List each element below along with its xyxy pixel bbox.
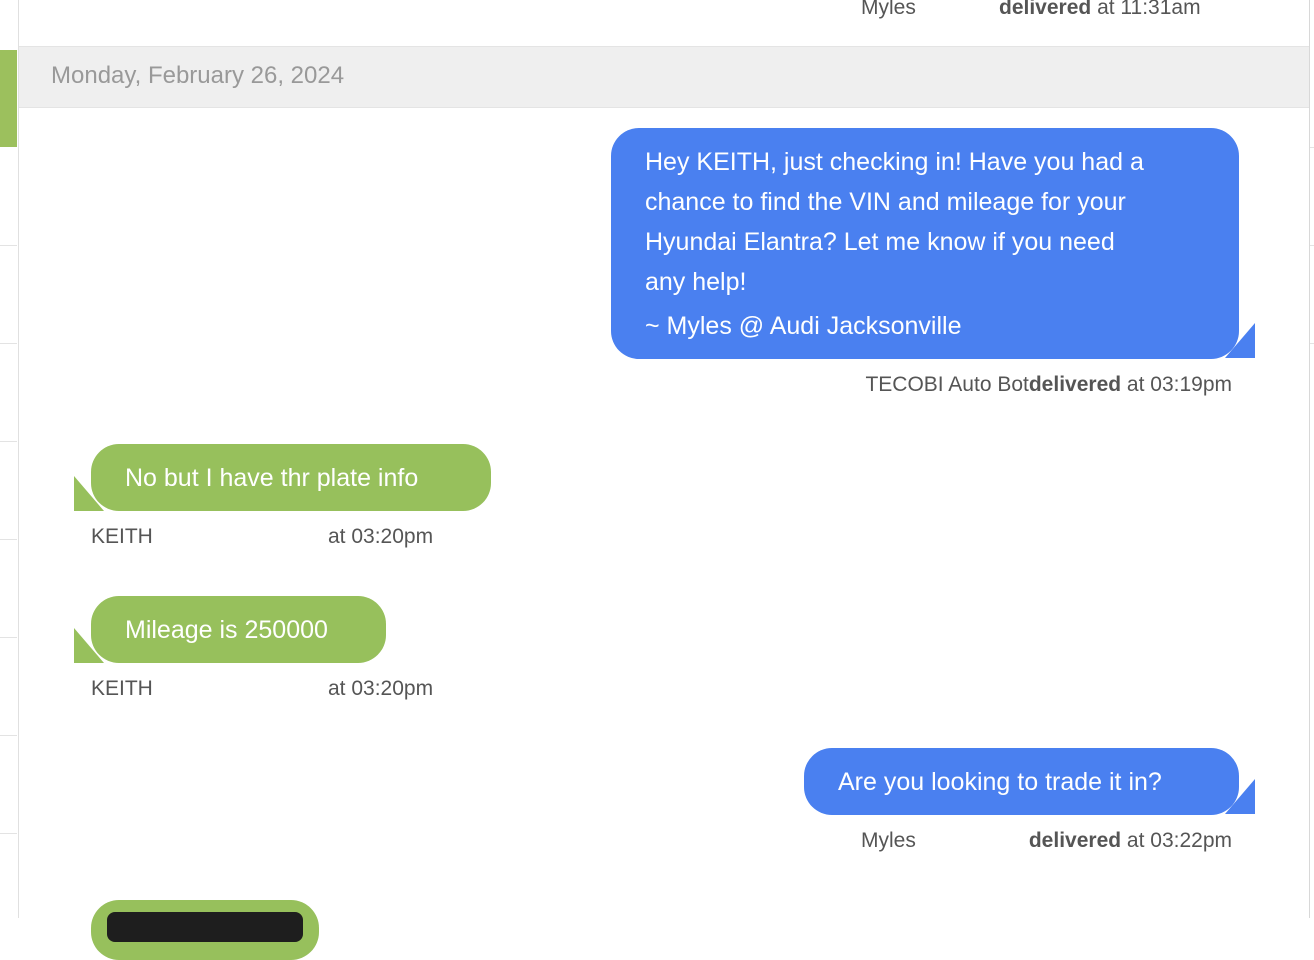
delivery-status: delivered [999,0,1092,19]
bubble-tail [1225,779,1255,814]
message-line: chance to find the VIN and mileage for y… [645,188,1126,216]
message-time: at 03:22pm [1126,829,1232,852]
divider [0,637,17,638]
date-label: Monday, February 26, 2024 [51,62,345,89]
left-sidebar-strip [0,0,19,918]
divider [0,343,17,344]
message-time: at 03:19pm [1126,373,1232,396]
bubble-tail [74,476,104,511]
delivery-status: delivered [1028,829,1122,852]
message-line: Hey KEITH, just checking in! Have you ha… [645,148,1144,176]
message-meta-previous-status: delivered at 11:31am [999,0,1201,20]
incoming-message-bubble[interactable]: Mileage is 250000 [91,596,386,663]
message-meta-previous: Myles [861,0,916,20]
outgoing-message-bubble[interactable]: Are you looking to trade it in? [804,748,1239,815]
message-meta: delivered at 03:22pm [1029,829,1232,853]
bubble-tail [1225,323,1255,358]
message-text: No but I have thr plate info [125,464,419,492]
divider [1310,343,1314,344]
divider [0,245,17,246]
message-line: any help! [645,268,747,296]
message-meta: TECOBI Auto Botdelivered at 03:19pm [865,373,1232,397]
divider [0,441,17,442]
message-sender: KEITH [91,677,153,700]
outgoing-message-bubble[interactable]: Hey KEITH, just checking in! Have you ha… [611,128,1239,359]
sender-name: TECOBI Auto Bot [865,373,1029,396]
message-signature: ~ Myles @ Audi Jacksonville [645,312,962,340]
active-conversation-indicator [0,50,17,147]
message-time: at 03:20pm [328,677,434,700]
message-text: Are you looking to trade it in? [838,768,1162,796]
divider [1310,147,1314,148]
divider [0,833,17,834]
image-attachment-thumbnail[interactable] [107,912,303,942]
sender-name: Myles [861,0,916,19]
message-time: at 11:31am [1097,0,1201,19]
bubble-tail [74,628,104,663]
delivery-status: delivered [1028,373,1122,396]
right-panel-edge [1309,0,1314,918]
divider [0,539,17,540]
divider [1310,245,1314,246]
incoming-image-message-bubble[interactable] [91,900,319,960]
message-text: Mileage is 250000 [125,616,328,644]
message-line: Hyundai Elantra? Let me know if you need [645,228,1115,256]
divider [0,735,17,736]
date-separator: Monday, February 26, 2024 [19,46,1309,108]
message-sender: Myles [861,829,916,852]
message-time: at 03:20pm [328,525,434,548]
incoming-message-bubble[interactable]: No but I have thr plate info [91,444,491,511]
message-sender: KEITH [91,525,153,548]
